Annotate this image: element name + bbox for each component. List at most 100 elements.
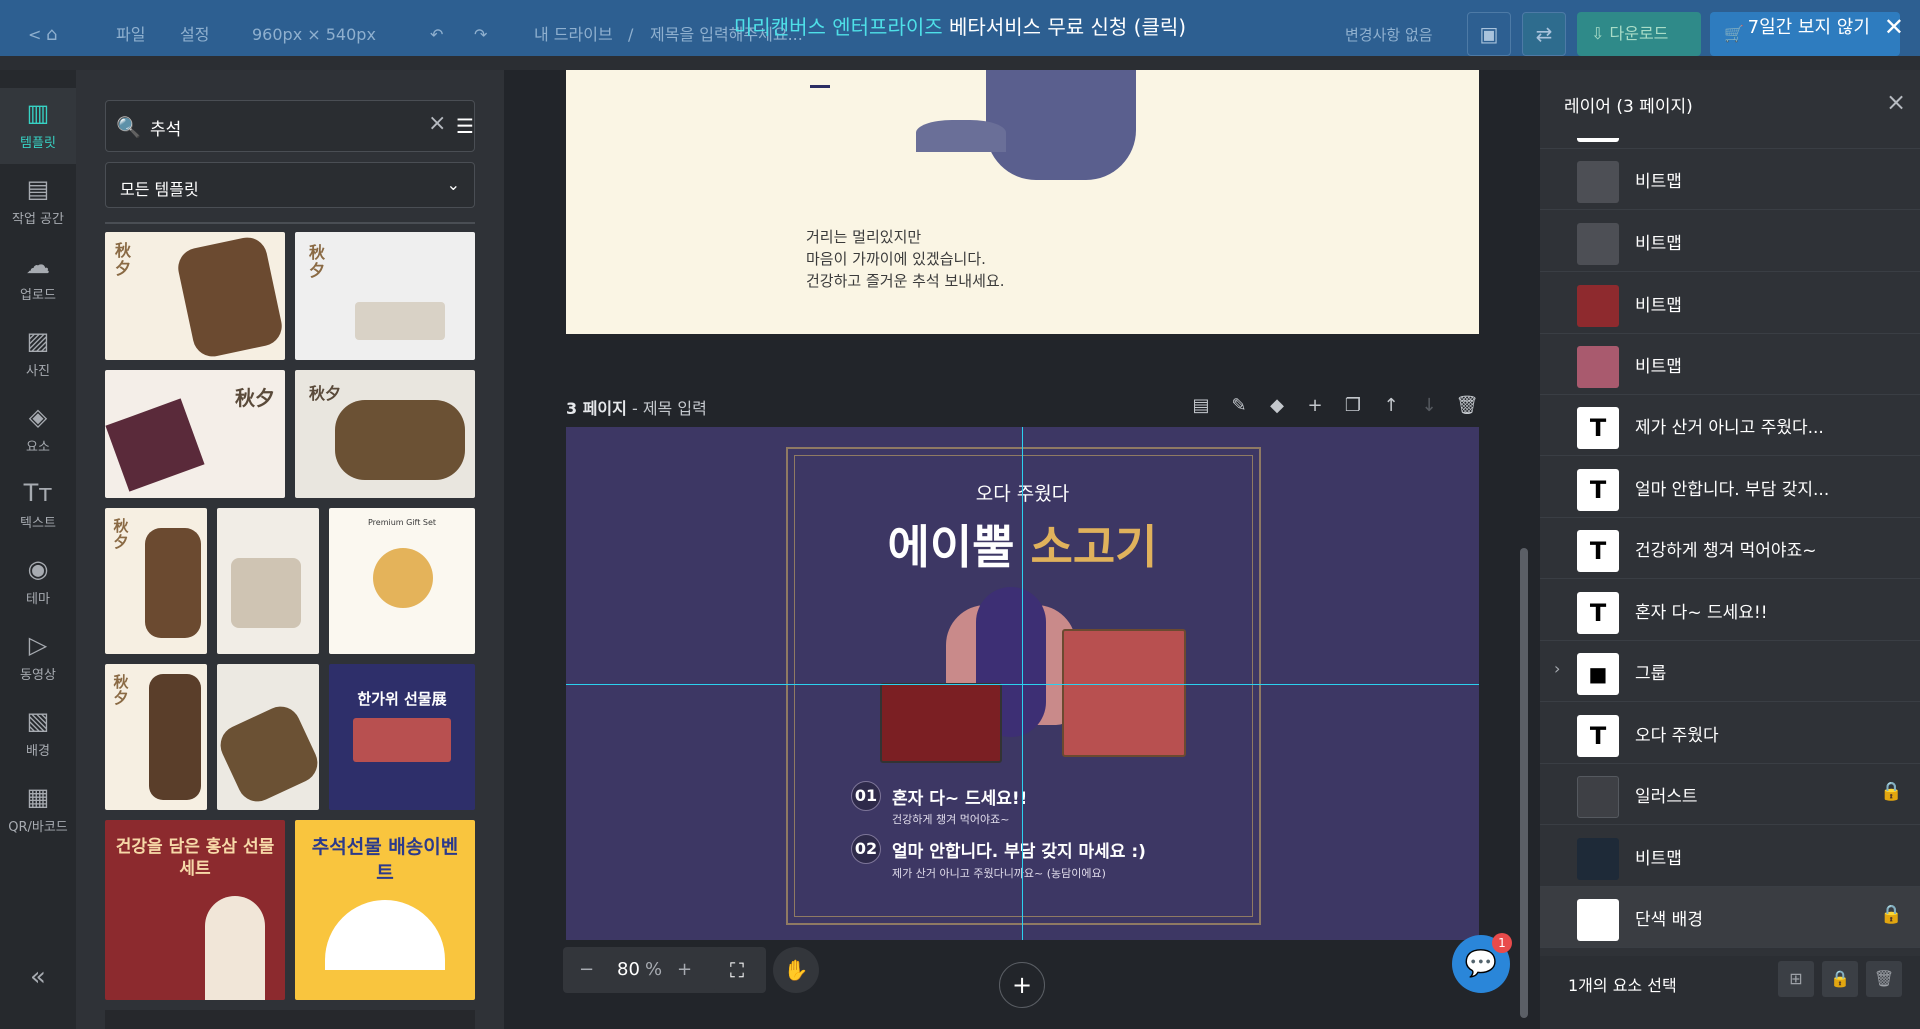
layer-item[interactable]: T 얼마 안합니다. 부담 갖지... [1540,457,1920,518]
nav-elements[interactable]: ◈ 요소 [0,392,76,468]
search-input[interactable]: 🔍 추석 × ☰ [105,100,475,152]
thumb-art [105,398,205,492]
fullscreen-icon[interactable]: ⛶ [714,947,760,993]
lock-icon[interactable]: 🔒 [1822,961,1858,997]
nav-background[interactable]: ▧ 배경 [0,696,76,772]
nav-upload[interactable]: ☁ 업로드 [0,240,76,316]
template-thumb[interactable]: 秋夕 [105,370,285,498]
bitmap-thumb [1577,838,1619,880]
lock-icon[interactable]: 🔒 [1880,781,1902,802]
promo-banner[interactable]: 미리캔버스 엔터프라이즈 베타서비스 무료 신청 (클릭) [0,0,1920,54]
solid-bg-thumb [1577,899,1619,941]
left-sidebar: ▥ 템플릿 ▤ 작업 공간 ☁ 업로드 ▨ 사진 ◈ 요소 Tт 텍스트 ◉ 테마 ▷ 동영상 … [0,70,76,1029]
group-icon[interactable]: ⊞ [1778,961,1814,997]
template-thumb[interactable]: 추석선물 배송이벤트 [295,820,475,1000]
template-thumb[interactable]: 秋夕 [295,370,475,498]
nav-video[interactable]: ▷ 동영상 [0,620,76,696]
page-title-input[interactable]: 제목 입력 [643,399,707,418]
search-value[interactable]: 추석 [150,115,181,140]
search-icon: 🔍 [116,115,141,139]
delete-icon[interactable]: 🗑 [1448,395,1486,416]
layer-item[interactable]: 일러스트 🔒 [1540,764,1920,825]
layer-item[interactable] [1540,138,1920,149]
template-thumb[interactable]: 秋夕 [105,664,207,810]
chevron-down-icon: ⌄ [446,175,460,194]
selection-count: 1개의 요소 선택 [1568,976,1677,995]
dismiss-7days-link[interactable]: 7일간 보지 않기 [1748,17,1870,38]
thumb-art [149,674,201,800]
canvas-scrollbar[interactable] [1520,548,1528,1018]
template-filter-select[interactable]: 모든 템플릿 ⌄ [105,162,475,208]
gift-bag-illustration [986,70,1136,180]
nav-workspace[interactable]: ▤ 작업 공간 [0,164,76,240]
page3-header[interactable]: 3 페이지 - 제목 입력 [566,395,707,419]
bitmap-thumb [1577,223,1619,265]
duplicate-icon[interactable]: ❐ [1334,395,1372,416]
close-icon[interactable]: ✕ [1884,13,1904,41]
thumb-art [335,400,465,480]
page-2[interactable]: 거리는 멀리있지만 마음이 가까이에 있겠습니다. 건강하고 즐거운 추석 보내… [566,70,1479,334]
add-page-icon[interactable]: + [1296,395,1334,416]
move-down-icon[interactable]: ↓ [1410,395,1448,416]
chevron-right-icon[interactable]: › [1554,659,1560,678]
chat-button[interactable]: 💬 1 [1452,933,1512,993]
layer-item[interactable]: T 건강하게 챙겨 먹어야죠~ [1540,518,1920,579]
zoom-value[interactable]: 80 [617,959,640,980]
layer-item-selected[interactable]: 단색 배경 🔒 [1540,887,1920,948]
nav-qr[interactable]: ▦ QR/바코드 [0,772,76,848]
template-thumb[interactable]: 건강을 담은 홍삼 선물세트 [105,820,285,1000]
layer-item[interactable]: T 혼자 다~ 드세요!! [1540,580,1920,641]
item2-subtitle[interactable]: 제가 산거 아니고 주웠다니까요~ (농담이에요) [892,865,1106,881]
collapse-sidebar-button[interactable]: « [0,962,76,992]
layer-item[interactable]: 비트맵 [1540,149,1920,210]
thumb-art [373,548,433,608]
page2-greeting[interactable]: 거리는 멀리있지만 마음이 가까이에 있겠습니다. 건강하고 즐거운 추석 보내… [806,226,1004,292]
zoom-unit: % [645,959,663,980]
layers-panel: 레이어 (3 페이지) × 비트맵 비트맵 비트맵 비트맵 T 제가 산거 아니… [1540,70,1920,1029]
template-thumb[interactable]: 秋夕 [105,232,285,360]
layer-item[interactable]: 비트맵 [1540,211,1920,272]
layer-item[interactable]: 비트맵 [1540,273,1920,334]
animation-icon[interactable]: ✎ [1220,395,1258,416]
lock-icon[interactable]: 🔒 [1880,904,1902,925]
template-thumb[interactable]: 秋夕 [295,232,475,360]
layer-item[interactable]: 비트맵 [1540,826,1920,887]
template-thumb[interactable] [217,508,319,654]
add-page-button[interactable]: + [999,962,1045,1008]
template-thumb[interactable]: 秋夕 [105,508,207,654]
move-up-icon[interactable]: ↑ [1372,395,1410,416]
template-thumb[interactable]: 한가위 선물展 [329,664,475,810]
memo-icon[interactable]: ▤ [1182,395,1220,416]
delete-icon[interactable]: 🗑 [1866,961,1902,997]
workspace-icon: ▤ [26,175,50,203]
item1-number: 01 [851,781,881,811]
layer-item-group[interactable]: › ■ 그룹 [1540,641,1920,702]
layer-item[interactable]: T 제가 산거 아니고 주웠다... [1540,395,1920,456]
item1-title[interactable]: 혼자 다~ 드세요!! [892,784,1027,809]
nav-photo[interactable]: ▨ 사진 [0,316,76,392]
item2-title[interactable]: 얼마 안합니다. 부담 갖지 마세요 :) [892,837,1146,862]
zoom-in-button[interactable]: + [677,959,692,980]
nav-text[interactable]: Tт 텍스트 [0,468,76,544]
banner-dismiss[interactable]: 7일간 보지 않기 ✕ [1748,0,1904,55]
template-thumb[interactable] [217,664,319,810]
layer-item[interactable]: 비트맵 [1540,334,1920,395]
house-illustration [916,120,1006,152]
fill-icon[interactable]: ◆ [1258,395,1296,416]
elements-icon: ◈ [28,403,48,431]
template-thumb-partial[interactable] [105,1010,475,1029]
template-thumb[interactable]: Premium Gift Set [329,508,475,654]
zoom-out-button[interactable]: − [579,959,594,980]
bitmap-thumb [1577,285,1619,327]
page2-heading-fragment [810,70,830,88]
bitmap-thumb [1577,161,1619,203]
close-icon[interactable]: × [1886,88,1906,116]
text-layer-icon: T [1577,469,1619,511]
layer-item[interactable]: T 오다 주웠다 [1540,703,1920,764]
item1-subtitle[interactable]: 건강하게 챙겨 먹어야죠~ [892,811,1009,827]
nav-theme[interactable]: ◉ 테마 [0,544,76,620]
filter-icon[interactable]: ☰ [456,114,474,138]
hand-tool-icon[interactable]: ✋ [773,947,819,993]
nav-template[interactable]: ▥ 템플릿 [0,88,76,164]
clear-search-icon[interactable]: × [428,111,446,136]
